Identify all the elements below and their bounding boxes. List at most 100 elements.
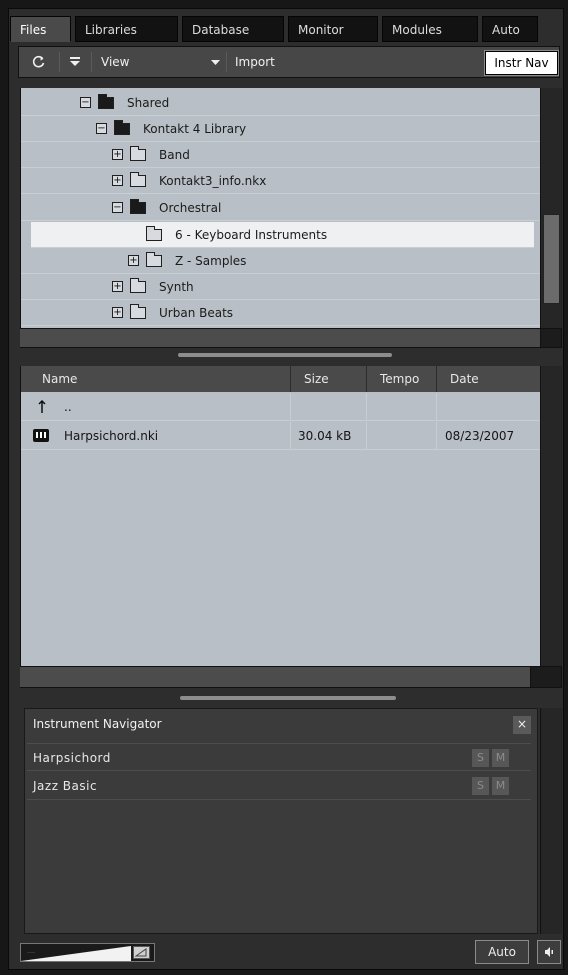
column-tempo[interactable]: Tempo [367,366,437,392]
tree-item-label: Urban Beats [159,306,234,320]
tree-item-urban-beats[interactable]: + Urban Beats [21,300,541,326]
import-button[interactable]: Import [235,50,295,74]
collapse-toggle-icon[interactable]: − [80,97,91,108]
refresh-icon[interactable] [31,50,53,74]
tree-item-label: Band [159,148,190,162]
chevron-down-icon [211,50,220,74]
folder-icon [146,252,162,267]
view-menu[interactable]: View [101,50,221,74]
close-icon[interactable]: × [513,716,531,734]
tree-item-z-samples[interactable]: + Z - Samples [21,248,541,274]
tree-item-kontakt-4-library[interactable]: − Kontakt 4 Library [21,116,541,142]
file-list-header: Name Size Tempo Date [21,366,541,392]
tree-item-label: Shared [127,96,170,110]
name-cell: .. [21,393,291,421]
parent-directory-label: .. [64,400,72,414]
file-size: 30.04 kB [291,422,367,450]
instr-nav-button[interactable]: Instr Nav [484,50,559,76]
mute-button[interactable]: M [492,777,509,795]
instrument-navigator: Instrument Navigator × Harpsichord S M J… [24,708,538,934]
auto-preview-button[interactable]: Auto [475,940,529,964]
tree-item-label: Synth [159,280,194,294]
tab-database[interactable]: Database [182,16,284,42]
scrollbar-corner [530,666,562,688]
minus-icon [27,952,35,953]
folder-icon [130,304,146,319]
open-folder-icon [98,94,114,109]
pane-splitter[interactable] [180,696,396,700]
tree-item-label: 6 - Keyboard Instruments [175,228,328,242]
folder-icon [130,146,146,161]
navigator-vertical-scrollbar[interactable] [540,708,562,934]
tab-modules[interactable]: Modules [382,16,478,42]
folder-icon [146,226,162,241]
column-name[interactable]: Name [21,366,291,392]
tree-item-orchestral[interactable]: − Orchestral [21,195,541,221]
file-toolbar: View Import Instr Nav [18,46,560,78]
navigator-title: Instrument Navigator [33,717,162,731]
column-date[interactable]: Date [437,366,541,392]
solo-button[interactable]: S [472,749,489,767]
column-size[interactable]: Size [291,366,367,392]
scrollbar-corner [540,328,562,348]
slider-handle-icon[interactable] [133,946,150,959]
file-tempo [367,422,437,450]
tree-item-keyboard-instruments[interactable]: 6 - Keyboard Instruments [31,222,534,248]
date-cell [437,393,541,421]
pane-splitter[interactable] [178,353,392,357]
view-label: View [101,55,130,69]
tab-monitor[interactable]: Monitor [288,16,378,42]
tab-files[interactable]: Files [10,16,71,42]
folder-icon [130,172,146,187]
tree-item-kontakt3-info[interactable]: + Kontakt3_info.nkx [21,168,541,194]
toolbar-divider [226,52,227,72]
expand-toggle-icon[interactable]: + [112,281,123,292]
collapse-toggle-icon[interactable]: − [96,123,107,134]
name-cell: Harpsichord.nki [21,422,291,450]
instrument-name: Jazz Basic [33,779,98,793]
file-list: Name Size Tempo Date .. Harpsichord.nki … [20,366,541,666]
open-folder-icon [114,120,130,135]
speaker-icon[interactable] [537,940,561,964]
tab-auto[interactable]: Auto [482,16,538,42]
tree-horizontal-scrollbar[interactable] [20,328,540,348]
tree-item-synth[interactable]: + Synth [21,274,541,300]
tree-vertical-scrollbar[interactable] [540,88,562,328]
folder-tree: − Shared − Kontakt 4 Library + Band + Ko… [20,88,541,328]
expand-toggle-icon[interactable]: + [112,307,123,318]
solo-button[interactable]: S [472,777,489,795]
tree-item-label: Kontakt3_info.nkx [159,174,267,188]
expand-toggle-icon[interactable]: + [112,149,123,160]
tree-item-label: Kontakt 4 Library [143,122,247,136]
list-horizontal-scrollbar[interactable] [20,666,530,688]
instrument-file-icon [33,429,49,442]
tab-bar: Files Libraries Database Monitor Modules… [10,16,562,44]
parent-directory-row[interactable]: .. [21,393,541,421]
instrument-name: Harpsichord [33,751,111,765]
up-arrow-icon [37,393,47,421]
preview-volume-slider[interactable] [20,943,155,962]
navigator-item-jazz-basic[interactable]: Jazz Basic S M [27,772,531,800]
navigator-item-harpsichord[interactable]: Harpsichord S M [27,743,531,771]
collapse-toggle-icon[interactable]: − [112,202,123,213]
toolbar-divider [59,52,60,72]
tree-item-label: Z - Samples [175,254,247,268]
expand-toggle-icon[interactable]: + [112,175,123,186]
tempo-cell [367,393,437,421]
file-name: Harpsichord.nki [64,429,159,443]
file-row-harpsichord[interactable]: Harpsichord.nki 30.04 kB 08/23/2007 [21,422,541,450]
list-vertical-scrollbar[interactable] [540,366,562,666]
toolbar-divider [91,52,92,72]
folder-icon [130,278,146,293]
tree-item-label: Orchestral [159,201,222,215]
collapse-icon[interactable] [69,50,85,74]
expand-toggle-icon[interactable]: + [128,255,139,266]
tree-item-shared[interactable]: − Shared [21,90,541,116]
file-date: 08/23/2007 [445,429,515,443]
open-folder-icon [130,199,146,214]
scrollbar-thumb[interactable] [543,214,560,304]
tab-libraries[interactable]: Libraries [75,16,178,42]
size-cell [291,393,367,421]
tree-item-band[interactable]: + Band [21,142,541,168]
mute-button[interactable]: M [492,749,509,767]
